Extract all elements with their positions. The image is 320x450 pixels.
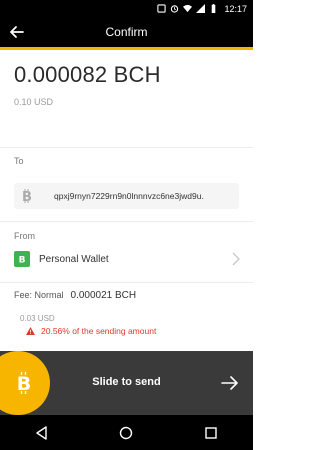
- chevron-right-icon: [232, 252, 240, 266]
- back-arrow-icon[interactable]: [8, 23, 26, 41]
- recipient-address: qpxj9rnyn7229rn9n0lnnnvzc6ne3jwd9u.: [54, 191, 204, 201]
- recipient-address-field[interactable]: B qpxj9rnyn7229rn9n0lnnnvzc6ne3jwd9u.: [14, 183, 239, 209]
- send-amount-fiat: 0.10 USD: [14, 97, 54, 107]
- nav-back-icon[interactable]: [35, 425, 49, 440]
- fee-warning: 20.56% of the sending amount: [26, 326, 156, 336]
- fee-warning-text: 20.56% of the sending amount: [41, 326, 157, 336]
- alarm-icon: [171, 5, 179, 13]
- source-wallet-selector[interactable]: B Personal Wallet: [0, 246, 253, 272]
- nav-recents-icon[interactable]: [204, 426, 218, 440]
- slide-label: Slide to send: [92, 376, 161, 388]
- slide-to-send-bar[interactable]: B Slide to send: [0, 351, 253, 415]
- bitcoin-cash-icon: B: [14, 183, 40, 209]
- divider: [0, 221, 253, 222]
- svg-text:B: B: [19, 256, 26, 265]
- signal-icon: [196, 4, 206, 13]
- page-title: Confirm: [105, 25, 148, 39]
- nav-home-icon[interactable]: [119, 426, 133, 440]
- divider: [0, 147, 253, 148]
- status-bar: 12:17: [0, 0, 253, 17]
- to-label: To: [14, 156, 24, 166]
- wallet-icon: B: [14, 251, 30, 267]
- fee-fiat: 0.03 USD: [20, 314, 55, 323]
- divider: [0, 282, 253, 283]
- notification-icon: [157, 4, 167, 13]
- fee-value: 0.000021 BCH: [70, 290, 137, 301]
- battery-icon: [212, 4, 216, 13]
- wallet-name: Personal Wallet: [39, 253, 109, 265]
- android-nav-bar: [0, 415, 253, 450]
- svg-text:B: B: [22, 190, 32, 203]
- send-amount: 0.000082 BCH: [14, 62, 161, 87]
- arrow-right-icon: [221, 376, 238, 390]
- status-time: 12:17: [224, 3, 247, 14]
- fee-row: Fee: Normal 0.000021 BCH: [14, 290, 136, 301]
- header-accent-line: [0, 47, 253, 50]
- wifi-icon: [183, 4, 193, 13]
- warning-icon: [26, 327, 35, 335]
- from-label: From: [14, 231, 35, 241]
- app-bar: Confirm: [0, 17, 253, 47]
- fee-label: Fee: Normal: [14, 290, 64, 300]
